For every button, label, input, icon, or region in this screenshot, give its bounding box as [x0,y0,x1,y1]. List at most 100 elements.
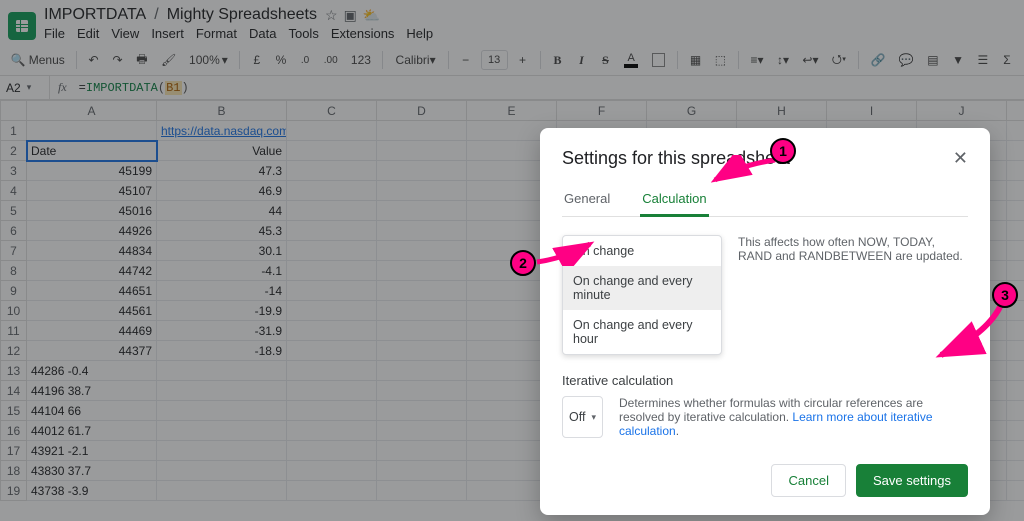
link-icon[interactable]: 🔗 [867,49,889,71]
cell[interactable]: 47.3 [157,161,287,181]
merge-icon[interactable]: ⬚ [711,49,730,71]
cell[interactable]: 44651 [27,281,157,301]
cell[interactable] [27,121,157,141]
font-size-input[interactable]: 13 [481,50,508,70]
cell[interactable] [377,421,467,441]
more-formats-icon[interactable]: 123 [347,49,374,71]
row-header[interactable]: 13 [1,361,27,381]
cell[interactable] [287,321,377,341]
row-header[interactable]: 20 [1,501,27,502]
cell[interactable] [287,341,377,361]
row-header[interactable]: 15 [1,401,27,421]
cell[interactable] [377,361,467,381]
cell[interactable]: 44561 [27,301,157,321]
cell[interactable] [377,201,467,221]
document-title[interactable]: IMPORTDATA / Mighty Spreadsheets ☆ ▣ ⛅ [44,6,433,24]
row-header[interactable]: 9 [1,281,27,301]
col-header[interactable]: J [917,101,1007,121]
print-icon[interactable]: 🖶 [133,49,152,71]
cell[interactable] [287,161,377,181]
cell[interactable]: 45.3 [157,221,287,241]
cell[interactable] [157,441,287,461]
cell[interactable]: https://data.nasdaq.com/ap [157,121,287,141]
cell[interactable] [287,301,377,321]
row-header[interactable]: 12 [1,341,27,361]
cell[interactable]: 43738 -3.9 [27,481,157,501]
cell[interactable] [377,461,467,481]
col-header[interactable]: I [827,101,917,121]
text-color-button[interactable]: A [620,49,641,71]
cell[interactable] [287,401,377,421]
cell[interactable] [1007,341,1024,361]
cell[interactable] [1007,261,1024,281]
cell[interactable]: 44012 61.7 [27,421,157,441]
recalc-option-every-hour[interactable]: On change and every hour [563,310,721,354]
cell[interactable]: 43921 -2.1 [27,441,157,461]
cell[interactable] [377,221,467,241]
cell[interactable] [287,281,377,301]
col-header[interactable]: G [647,101,737,121]
cell[interactable] [1007,361,1024,381]
cell[interactable] [1007,481,1024,501]
cell[interactable]: -4.1 [157,261,287,281]
cell[interactable] [377,161,467,181]
currency-format-button[interactable]: £ [248,49,266,71]
cell[interactable] [287,241,377,261]
cell[interactable]: 30.1 [157,241,287,261]
row-header[interactable]: 19 [1,481,27,501]
filter-views-icon[interactable]: ☰ [974,49,992,71]
cell[interactable] [1007,181,1024,201]
cell[interactable] [1007,201,1024,221]
corner-cell[interactable] [1,101,27,121]
cell[interactable]: Date [27,141,157,161]
col-header[interactable]: E [467,101,557,121]
zoom-select[interactable]: 100% ▾ [186,49,231,71]
cell[interactable]: 45016 [27,201,157,221]
comment-icon[interactable]: 💬 [895,49,917,71]
paint-format-icon[interactable]: 🖌 [157,49,180,71]
cell[interactable]: 44926 [27,221,157,241]
cell[interactable] [377,481,467,501]
cell[interactable] [287,261,377,281]
font-size-minus[interactable]: − [457,49,475,71]
cell[interactable] [287,381,377,401]
borders-icon[interactable]: ▦ [686,49,705,71]
filter-icon[interactable]: ▼ [948,49,967,71]
cell[interactable] [287,441,377,461]
cell[interactable]: -14 [157,281,287,301]
recalc-option-every-minute[interactable]: On change and every minute [563,266,721,310]
cell[interactable] [1007,141,1024,161]
cell[interactable]: -19.9 [157,301,287,321]
cell[interactable] [377,241,467,261]
row-header[interactable]: 5 [1,201,27,221]
cell[interactable] [1007,401,1024,421]
menu-extensions[interactable]: Extensions [331,26,395,41]
cell[interactable] [157,381,287,401]
cell[interactable] [377,501,467,502]
row-header[interactable]: 18 [1,461,27,481]
font-size-plus[interactable]: + [514,49,532,71]
cell[interactable] [1007,501,1024,502]
cell[interactable] [287,121,377,141]
rotate-icon[interactable]: ⭯▾ [828,49,850,71]
menu-insert[interactable]: Insert [151,26,184,41]
cell[interactable] [287,181,377,201]
cell[interactable] [377,121,467,141]
cell[interactable] [157,481,287,501]
formula-input[interactable]: =IMPORTDATA(B1) [75,81,1024,95]
save-settings-button[interactable]: Save settings [856,464,968,497]
col-header[interactable]: K [1007,101,1024,121]
cell[interactable]: 45199 [27,161,157,181]
strike-button[interactable]: S [596,49,614,71]
cell[interactable]: 45107 [27,181,157,201]
row-header[interactable]: 10 [1,301,27,321]
menu-tools[interactable]: Tools [288,26,318,41]
cell[interactable] [1007,381,1024,401]
cell[interactable] [377,441,467,461]
cell[interactable] [157,501,287,502]
cell[interactable] [1007,161,1024,181]
tab-calculation[interactable]: Calculation [640,183,708,217]
cell[interactable] [287,481,377,501]
menu-edit[interactable]: Edit [77,26,99,41]
row-header[interactable]: 7 [1,241,27,261]
